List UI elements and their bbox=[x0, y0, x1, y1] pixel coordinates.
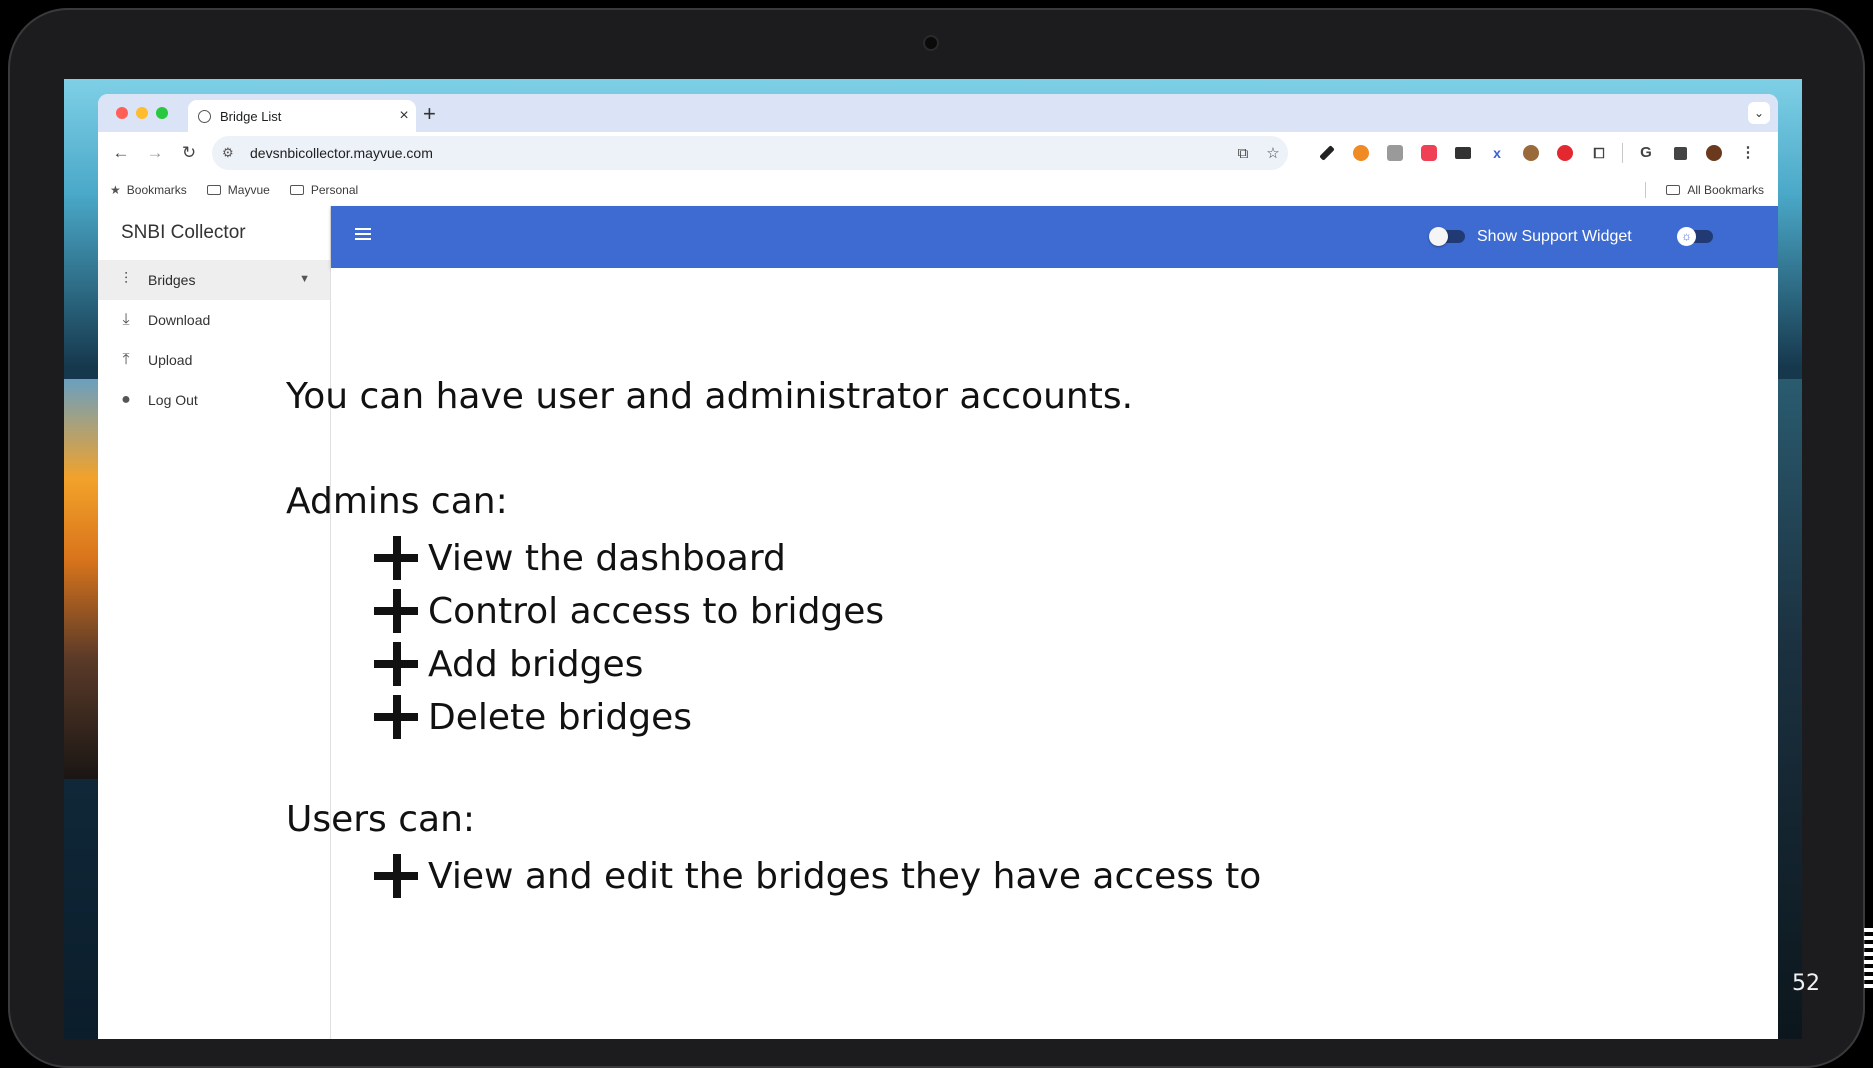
url-text[interactable]: devsnbicollector.mayvue.com bbox=[244, 145, 1228, 161]
bookmarks-bar: ★ Bookmarks Mayvue Personal All Bookmark… bbox=[98, 174, 1778, 207]
app-brand: SNBI Collector bbox=[121, 222, 246, 243]
extensions-area: x ⧠ G ⋮ bbox=[1310, 132, 1765, 174]
person-icon: ● bbox=[121, 391, 131, 408]
admin-list-item: Add bridges bbox=[374, 642, 643, 686]
bookmark-label: Bookmarks bbox=[126, 183, 187, 197]
plus-icon bbox=[374, 642, 418, 686]
bookmarks-separator bbox=[1645, 182, 1646, 198]
back-icon[interactable]: ← bbox=[104, 143, 138, 163]
adblock-extension-icon[interactable] bbox=[1548, 132, 1582, 174]
bridges-icon: ⫶ bbox=[123, 271, 128, 288]
pocket-extension-icon[interactable] bbox=[1412, 132, 1446, 174]
cookie-extension-icon[interactable] bbox=[1514, 132, 1548, 174]
plus-icon bbox=[374, 854, 418, 898]
sidebar-item-download[interactable]: ⤓ Download bbox=[98, 300, 330, 340]
google-icon[interactable]: G bbox=[1629, 132, 1663, 174]
menu-hamburger-icon[interactable] bbox=[355, 228, 371, 243]
window-controls bbox=[116, 107, 168, 119]
tab-search-button[interactable]: ⌄ bbox=[1748, 102, 1770, 124]
bookmark-personal[interactable]: Personal bbox=[289, 183, 359, 197]
users-heading: Users can: bbox=[286, 799, 476, 840]
admin-list-item: View the dashboard bbox=[374, 536, 786, 580]
all-bookmarks[interactable]: All Bookmarks bbox=[1666, 174, 1764, 206]
minimize-window-button[interactable] bbox=[136, 107, 148, 119]
side-panel-icon[interactable] bbox=[1663, 132, 1697, 174]
sidebar-item-upload[interactable]: ⤒ Upload bbox=[98, 340, 330, 380]
bookmark-label: Mayvue bbox=[227, 183, 270, 197]
star-icon: ★ bbox=[110, 183, 121, 197]
admin-list-item: Delete bridges bbox=[374, 695, 692, 739]
slide-page-number: 52 bbox=[1792, 971, 1820, 996]
list-item-text: View the dashboard bbox=[428, 537, 786, 579]
sidebar: SNBI Collector ⫶ Bridges ▼ ⤓ Download ⤒ … bbox=[98, 206, 331, 1039]
caret-down-icon[interactable]: ▼ bbox=[299, 273, 310, 285]
tab-close-button[interactable]: × bbox=[392, 107, 416, 125]
sidebar-item-bridges[interactable]: ⫶ Bridges ▼ bbox=[98, 260, 330, 300]
forward-icon[interactable]: → bbox=[138, 143, 172, 163]
eyedropper-extension-icon[interactable] bbox=[1310, 132, 1344, 174]
list-item-text: Control access to bridges bbox=[428, 590, 885, 632]
site-settings-icon[interactable]: ⚙ bbox=[222, 145, 244, 161]
upload-icon: ⤒ bbox=[122, 351, 130, 368]
list-item-text: View and edit the bridges they have acce… bbox=[428, 855, 1262, 897]
support-widget-toggle[interactable] bbox=[1429, 227, 1465, 246]
maximize-window-button[interactable] bbox=[156, 107, 168, 119]
profile-avatar-icon[interactable] bbox=[1697, 132, 1731, 174]
browser-menu-icon[interactable]: ⋮ bbox=[1731, 132, 1765, 174]
install-app-icon[interactable]: ⧉ bbox=[1228, 145, 1258, 162]
app-bar: Show Support Widget ☼ bbox=[331, 206, 1778, 268]
orange-extension-icon[interactable] bbox=[1344, 132, 1378, 174]
user-list-item: View and edit the bridges they have acce… bbox=[374, 854, 1261, 898]
support-widget-label: Show Support Widget bbox=[1477, 228, 1632, 245]
snbi-app: SNBI Collector ⫶ Bridges ▼ ⤓ Download ⤒ … bbox=[98, 206, 1778, 1039]
plus-icon bbox=[374, 536, 418, 580]
bookmark-label: Personal bbox=[310, 183, 359, 197]
list-item-text: Add bridges bbox=[428, 643, 644, 685]
tab-favicon-icon bbox=[198, 109, 211, 123]
intro-text: You can have user and administrator acco… bbox=[286, 376, 1134, 417]
sidebar-item-label: Upload bbox=[148, 352, 193, 368]
address-bar[interactable]: ⚙ devsnbicollector.mayvue.com ⧉ ☆ bbox=[212, 136, 1288, 170]
tab-strip: Bridge List × + ⌄ bbox=[98, 94, 1778, 132]
reload-icon[interactable]: ↻ bbox=[172, 143, 206, 163]
extensions-puzzle-icon[interactable]: ⧠ bbox=[1582, 132, 1616, 174]
bookmark-star-icon[interactable]: ☆ bbox=[1258, 144, 1288, 162]
new-tab-button[interactable]: + bbox=[423, 101, 436, 127]
all-bookmarks-label: All Bookmarks bbox=[1687, 183, 1764, 197]
browser-toolbar: ← → ↻ ⚙ devsnbicollector.mayvue.com ⧉ ☆ … bbox=[98, 132, 1778, 174]
plus-icon bbox=[374, 695, 418, 739]
theme-toggle[interactable]: ☼ bbox=[1677, 227, 1713, 246]
tab-bridge-list[interactable]: Bridge List × bbox=[188, 100, 416, 132]
folder-icon bbox=[289, 185, 304, 195]
tab-title: Bridge List bbox=[220, 108, 282, 124]
bookmark-mayvue[interactable]: Mayvue bbox=[206, 183, 270, 197]
sun-icon: ☼ bbox=[1677, 227, 1696, 246]
close-window-button[interactable] bbox=[116, 107, 128, 119]
toolbar-separator bbox=[1622, 143, 1623, 163]
sidebar-item-label: Download bbox=[148, 312, 211, 328]
laptop-camera bbox=[925, 37, 937, 49]
download-icon: ⤓ bbox=[122, 311, 130, 328]
bookmark-bookmarks[interactable]: ★ Bookmarks bbox=[110, 183, 187, 197]
folder-icon bbox=[1666, 185, 1681, 195]
plus-icon bbox=[374, 589, 418, 633]
sidebar-item-label: Log Out bbox=[148, 392, 198, 408]
x-extension-icon[interactable]: x bbox=[1480, 132, 1514, 174]
folder-icon bbox=[206, 185, 221, 195]
sidebar-item-label: Bridges bbox=[148, 272, 196, 288]
picture-in-picture-icon[interactable] bbox=[1446, 132, 1480, 174]
camera-extension-icon[interactable] bbox=[1378, 132, 1412, 174]
list-item-text: Delete bridges bbox=[428, 696, 692, 738]
toggle-knob bbox=[1429, 227, 1448, 246]
admins-heading: Admins can: bbox=[286, 481, 508, 522]
admin-list-item: Control access to bridges bbox=[374, 589, 884, 633]
edge-logo-mark bbox=[1864, 928, 1873, 990]
